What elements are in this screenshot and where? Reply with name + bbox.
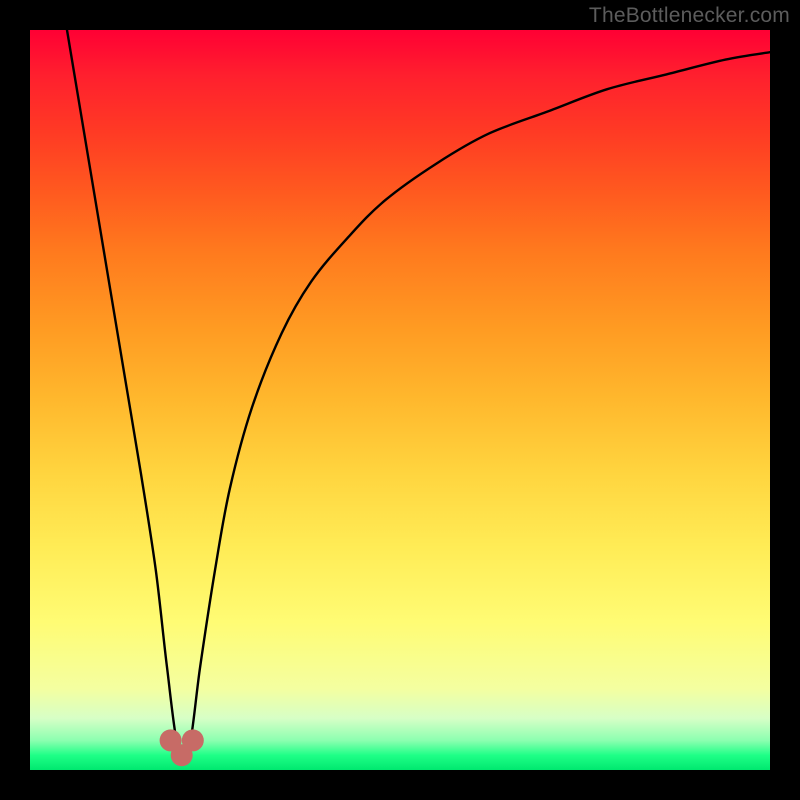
curve-path: [67, 30, 770, 758]
curve-layer: [30, 30, 770, 770]
plot-area: [30, 30, 770, 770]
watermark-text: TheBottlenecker.com: [589, 4, 790, 28]
min-markers: [160, 729, 204, 766]
bottleneck-curve: [67, 30, 770, 758]
marker-min-right: [182, 729, 204, 751]
chart-frame: TheBottlenecker.com: [0, 0, 800, 800]
